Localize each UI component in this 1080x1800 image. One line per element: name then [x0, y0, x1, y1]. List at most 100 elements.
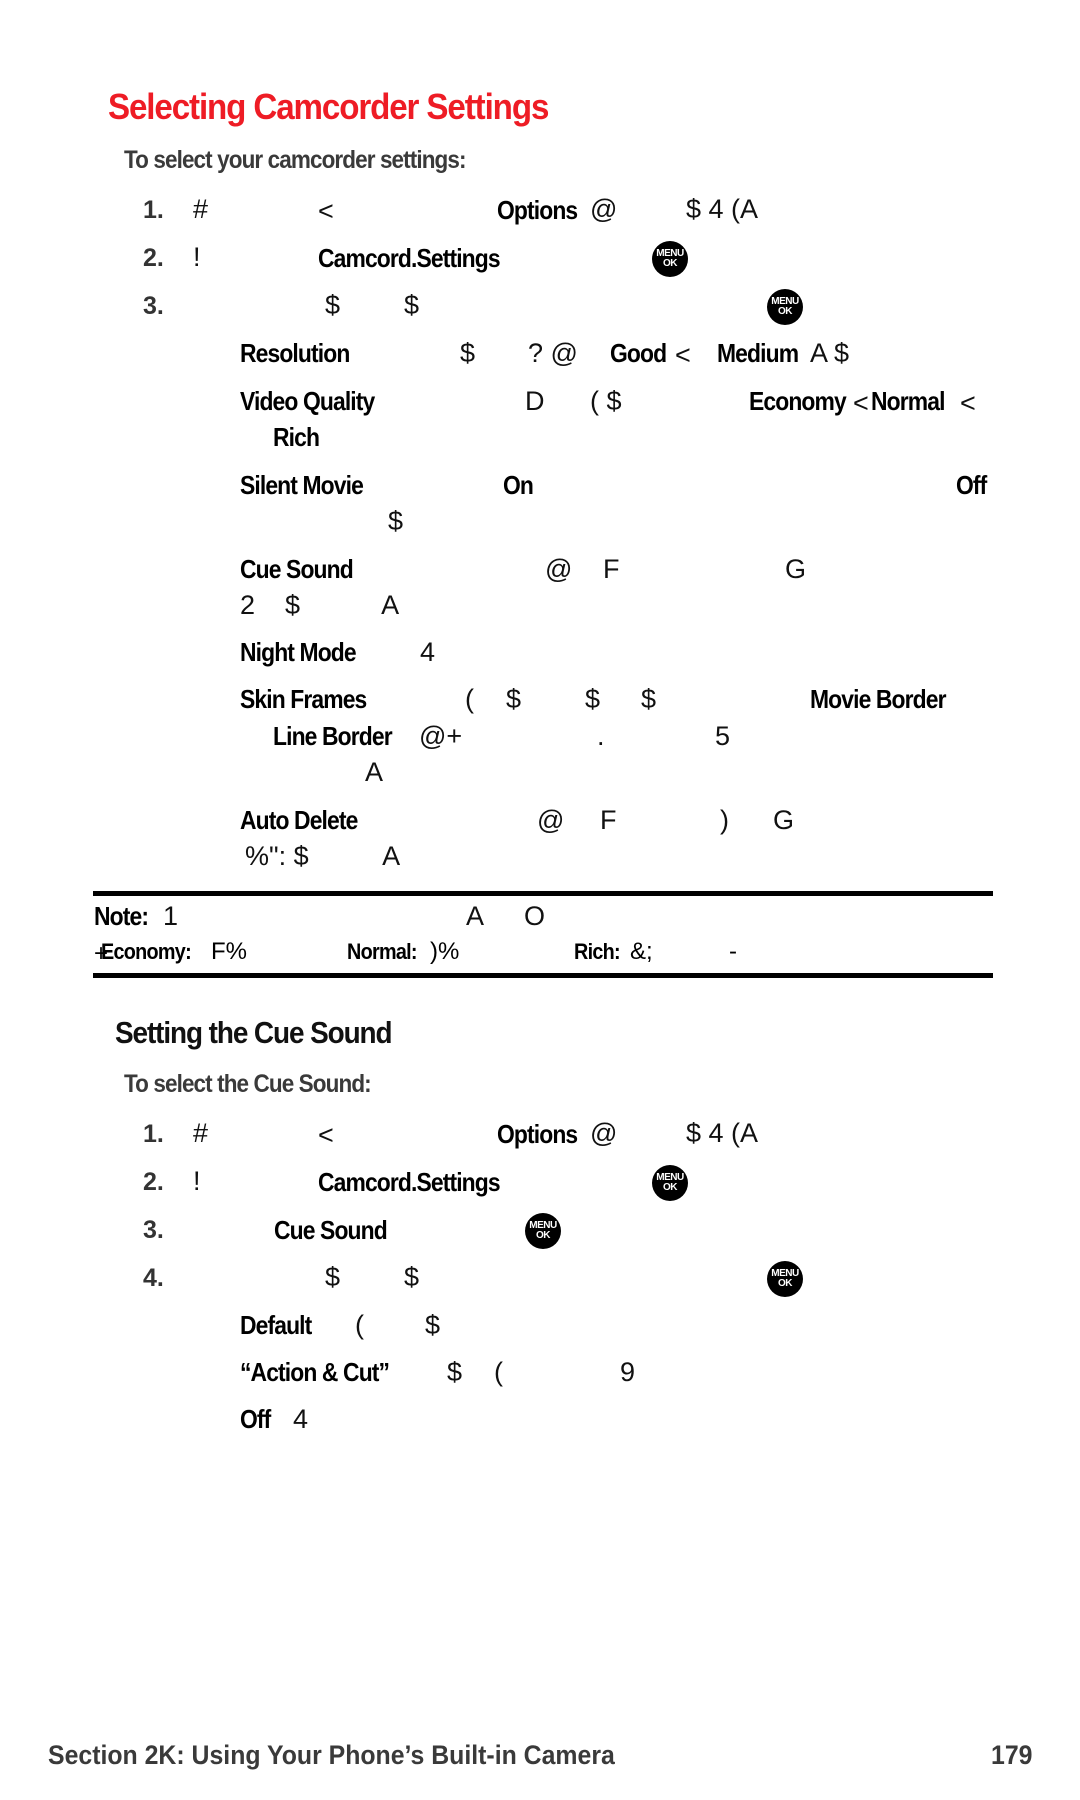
step-text: $	[325, 290, 341, 320]
option-text: @	[545, 554, 573, 584]
option-text: F	[600, 805, 617, 835]
options-label: Options	[497, 195, 578, 225]
option-text: 9	[620, 1357, 636, 1387]
option-value: Good	[610, 338, 667, 368]
note-text: 1	[163, 901, 179, 931]
menu-ok-icon: MENU OK	[525, 1213, 561, 1249]
option-text: ( $	[590, 386, 622, 416]
option-value: Rich	[273, 422, 320, 452]
option-text: $	[425, 1310, 441, 1340]
step-number: 1.	[143, 1120, 164, 1148]
note-text: -	[729, 938, 737, 965]
step-number: 3.	[143, 292, 164, 320]
note-label: Note:	[94, 901, 149, 931]
options-label: Options	[497, 1119, 578, 1149]
option-text: G	[785, 554, 807, 584]
step-text: !	[193, 1166, 201, 1196]
camcord-settings-label: Camcord.Settings	[318, 1167, 501, 1197]
option-text: $	[388, 506, 404, 536]
option-text: @	[537, 805, 565, 835]
option-text: <	[675, 340, 691, 370]
step-text: #	[193, 194, 209, 224]
option-label: Resolution	[240, 338, 350, 368]
option-value: On	[503, 470, 534, 500]
option-label: Default	[240, 1310, 312, 1340]
option-label: “Action & Cut”	[240, 1357, 390, 1387]
option-value: Off	[956, 470, 987, 500]
option-value: Normal	[871, 386, 945, 416]
menu-ok-icon: MENU OK	[652, 241, 688, 277]
option-text: A	[365, 757, 384, 787]
rich-value: &;	[630, 938, 653, 965]
option-text: 4	[420, 637, 436, 667]
option-text: $	[460, 338, 476, 368]
step-number: 4.	[143, 1264, 164, 1292]
step-text: $ 4 (A	[686, 1118, 759, 1148]
option-label: Off	[240, 1404, 271, 1434]
option-text: $	[641, 684, 657, 714]
step-text: #	[193, 1118, 209, 1148]
option-text: @+	[419, 721, 463, 751]
normal-value: )%	[430, 938, 460, 965]
option-label: Cue Sound	[240, 554, 354, 584]
step-number: 2.	[143, 1168, 164, 1196]
step-text: !	[193, 242, 201, 272]
economy-label: Economy:	[101, 939, 192, 964]
option-value: Movie Border	[810, 684, 947, 714]
step-number: 1.	[143, 196, 164, 224]
page-title: Selecting Camcorder Settings	[108, 86, 549, 127]
menu-ok-icon: MENU OK	[652, 1165, 688, 1201]
economy-value: F%	[211, 938, 247, 965]
option-text: (	[465, 684, 474, 714]
option-label: Video Quality	[240, 386, 375, 416]
option-text: .	[597, 721, 605, 751]
note-text: O	[524, 901, 546, 931]
option-text: (	[494, 1357, 503, 1387]
cue-sound-label: Cue Sound	[274, 1215, 388, 1245]
option-text: 4	[293, 1404, 309, 1434]
option-text: (	[355, 1310, 364, 1340]
option-text: 2 $ A	[240, 590, 400, 620]
menu-ok-icon: MENU OK	[767, 289, 803, 325]
option-text: <	[853, 388, 869, 418]
option-text: $	[506, 684, 522, 714]
rich-label: Rich:	[574, 939, 621, 964]
option-text: $	[585, 684, 601, 714]
camcord-settings-label: Camcord.Settings	[318, 243, 501, 273]
page-number: 179	[991, 1740, 1033, 1770]
option-label: Night Mode	[240, 637, 357, 667]
option-text: <	[960, 388, 976, 418]
section2-subtitle: To select the Cue Sound:	[124, 1070, 372, 1098]
option-text: D	[525, 386, 545, 416]
option-value: Line Border	[273, 721, 393, 751]
note-text: A	[466, 901, 485, 931]
step-text: $	[325, 1262, 341, 1292]
normal-label: Normal:	[347, 939, 417, 964]
section2-heading: Setting the Cue Sound	[115, 1015, 393, 1050]
option-text: $	[447, 1357, 463, 1387]
step-number: 2.	[143, 244, 164, 272]
option-label: Auto Delete	[240, 805, 358, 835]
option-label: Skin Frames	[240, 684, 367, 714]
option-text: 5	[715, 721, 731, 751]
note-bottom-rule	[93, 973, 993, 978]
option-text: A $	[810, 338, 850, 368]
option-text: F	[603, 554, 620, 584]
step-text: @	[590, 194, 618, 224]
step-text: $	[404, 290, 420, 320]
note-top-rule	[93, 891, 993, 896]
footer-section-title: Section 2K: Using Your Phone’s Built-in …	[48, 1740, 615, 1770]
step-text: <	[318, 1120, 334, 1150]
option-text: )	[720, 805, 729, 835]
option-value: Economy	[749, 386, 847, 416]
step-text: @	[590, 1118, 618, 1148]
option-text: %": $ A	[245, 841, 401, 871]
option-text: G	[773, 805, 795, 835]
option-text: ? @	[528, 338, 578, 368]
step-text: $ 4 (A	[686, 194, 759, 224]
menu-ok-icon: MENU OK	[767, 1261, 803, 1297]
step-number: 3.	[143, 1216, 164, 1244]
option-label: Silent Movie	[240, 470, 364, 500]
step-text: $	[404, 1262, 420, 1292]
step-text: <	[318, 196, 334, 226]
